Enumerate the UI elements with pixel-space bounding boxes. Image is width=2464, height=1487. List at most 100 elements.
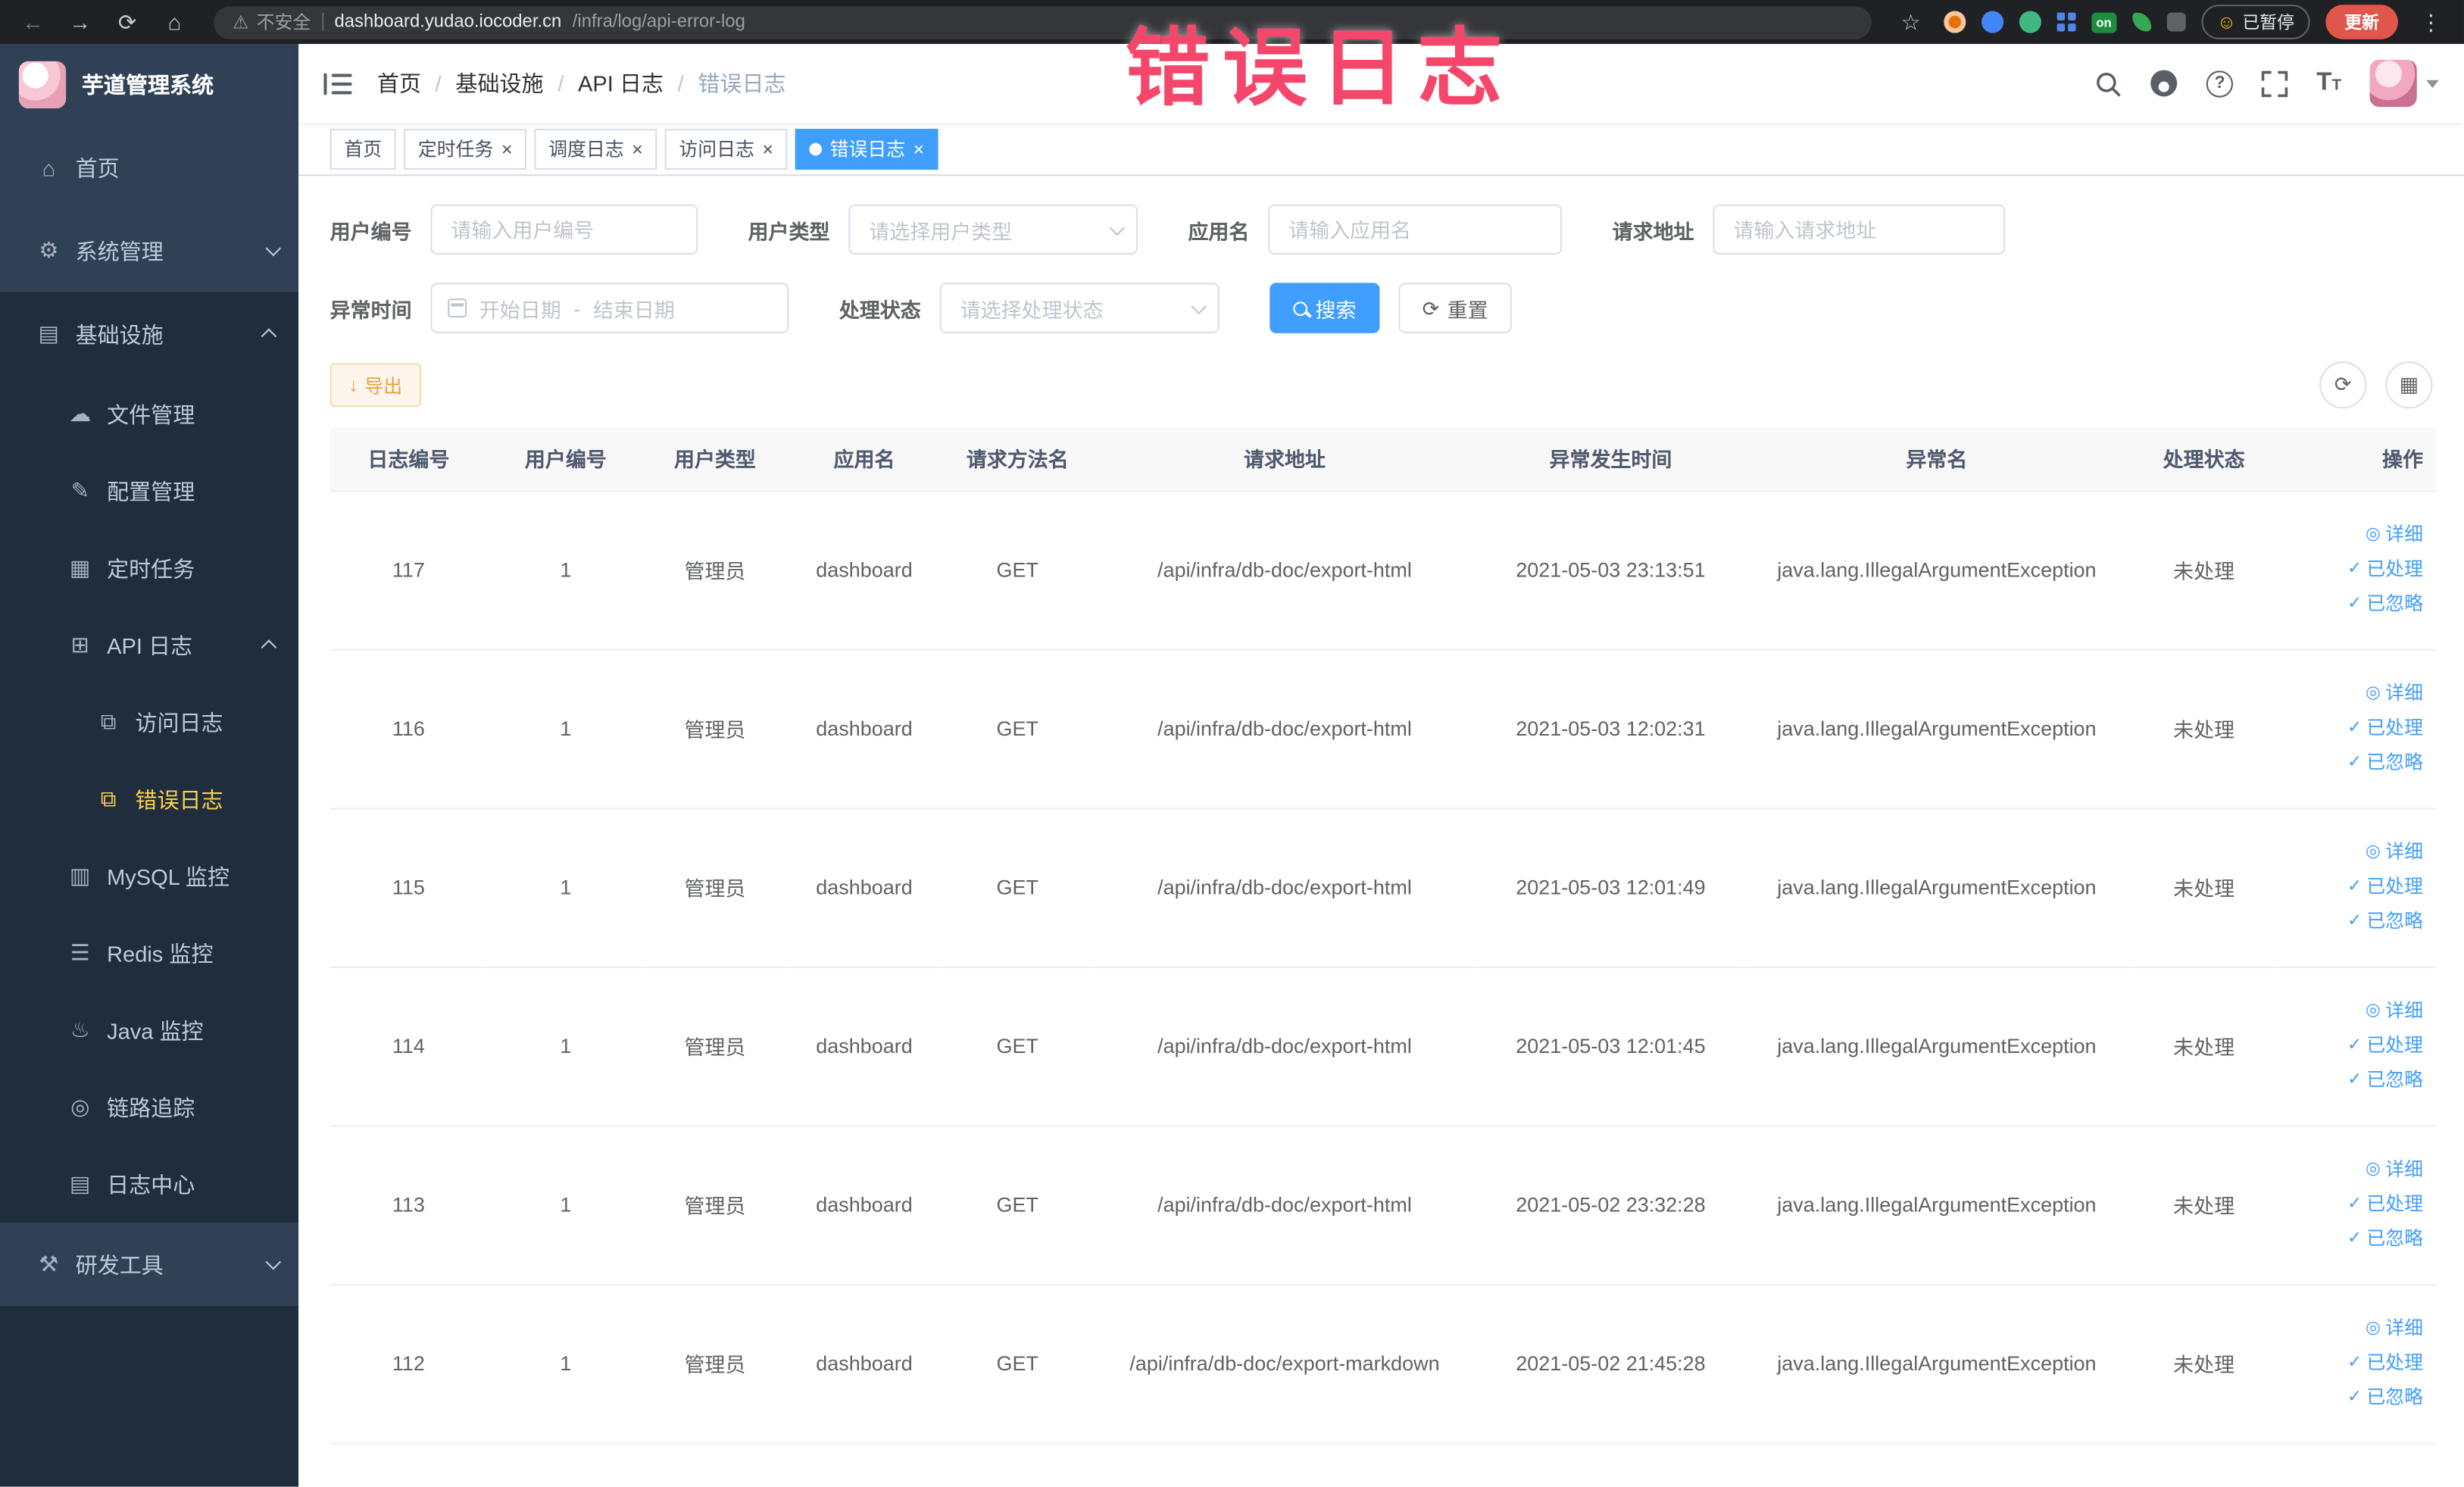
ignored-link[interactable]: ✓ 已忽略 <box>2347 1383 2423 1414</box>
sidebar-item-api-log[interactable]: ⊞ API 日志 <box>0 607 298 684</box>
app-name-input[interactable] <box>1268 204 1563 255</box>
browser-menu-icon[interactable]: ⋮ <box>2414 8 2449 35</box>
tab-access-log[interactable]: 访问日志 × <box>664 128 788 170</box>
tab-error-log[interactable]: 错误日志 × <box>795 128 938 170</box>
search-button[interactable]: 搜索 <box>1269 283 1380 333</box>
hamburger-icon[interactable] <box>323 71 352 95</box>
home-icon[interactable]: ⌂ <box>157 9 192 34</box>
sidebar-item-home[interactable]: ⌂ 首页 <box>0 125 299 209</box>
processed-link[interactable]: ✓ 已处理 <box>2347 1348 2423 1379</box>
detail-link[interactable]: ◎ 详细 <box>2366 679 2423 709</box>
sidebar-item-access-log[interactable]: ⧉ 访问日志 <box>0 683 298 761</box>
document-icon: ▤ <box>70 1170 91 1196</box>
tab-home[interactable]: 首页 <box>329 128 396 170</box>
profile-paused-badge[interactable]: ☺ 已暂停 <box>2200 5 2310 39</box>
breadcrumb-home[interactable]: 首页 <box>377 67 421 98</box>
search-icon[interactable] <box>2095 70 2122 96</box>
ignored-link[interactable]: ✓ 已忽略 <box>2347 589 2423 620</box>
sidebar-item-system-management[interactable]: ⚙ 系统管理 <box>0 208 299 292</box>
process-status-label: 处理状态 <box>839 298 921 322</box>
close-icon[interactable]: × <box>632 139 643 158</box>
sidebar-item-error-log[interactable]: ⧉ 错误日志 <box>0 761 298 838</box>
sidebar-item-redis-monitor[interactable]: ☰ Redis 监控 <box>0 914 298 992</box>
table-row: 116 1 管理员 dashboard GET /api/infra/db-do… <box>329 648 2436 809</box>
detail-link[interactable]: ◎ 详细 <box>2366 1314 2423 1344</box>
column-header: 请求方法名 <box>942 427 1092 492</box>
chrome-update-button[interactable]: 更新 <box>2325 5 2398 39</box>
column-header: 日志编号 <box>329 427 488 492</box>
edit-square-icon: ⊞ <box>70 631 89 658</box>
detail-link[interactable]: ◎ 详细 <box>2366 1154 2423 1185</box>
forward-icon[interactable]: → <box>63 9 98 34</box>
eye-icon: ◎ <box>2366 1000 2381 1020</box>
list-icon: ▦ <box>70 555 91 580</box>
process-status-select[interactable]: 请选择处理状态 <box>939 283 1220 333</box>
end-date-placeholder: 结束日期 <box>592 298 675 322</box>
reset-button[interactable]: ⟳ 重置 <box>1398 283 1512 333</box>
app-logo[interactable]: 芋道管理系统 <box>0 44 299 126</box>
processed-link[interactable]: ✓ 已处理 <box>2347 555 2423 585</box>
date-range-picker[interactable]: 开始日期 - 结束日期 <box>430 283 789 333</box>
monitor-icon: ▥ <box>70 862 91 889</box>
security-label[interactable]: 不安全 <box>257 9 311 34</box>
detail-link[interactable]: ◎ 详细 <box>2366 996 2423 1026</box>
user-type-select[interactable]: 请选择用户类型 <box>848 204 1138 255</box>
user-id-input[interactable] <box>430 204 698 255</box>
detail-link[interactable]: ◎ 详细 <box>2366 520 2423 550</box>
help-icon[interactable]: ? <box>2206 70 2234 97</box>
extension-icon-vue[interactable] <box>2019 11 2041 33</box>
close-icon[interactable]: × <box>501 139 513 158</box>
sidebar-item-java-monitor[interactable]: ♨ Java 监控 <box>0 992 298 1069</box>
refresh-table-button[interactable]: ⟳ <box>2319 361 2367 409</box>
eye-icon: ◎ <box>2366 1317 2381 1337</box>
sidebar-item-log-center[interactable]: ▤ 日志中心 <box>0 1145 298 1223</box>
toolbox-icon: ⚒ <box>39 1251 59 1276</box>
ignored-link[interactable]: ✓ 已忽略 <box>2347 748 2423 779</box>
close-icon[interactable]: × <box>913 139 925 158</box>
processed-link[interactable]: ✓ 已处理 <box>2347 714 2423 744</box>
processed-link[interactable]: ✓ 已处理 <box>2347 1031 2423 1061</box>
ignored-link[interactable]: ✓ 已忽略 <box>2347 1224 2423 1254</box>
close-icon[interactable]: × <box>762 139 773 158</box>
column-settings-button[interactable]: ▦ <box>2385 361 2433 409</box>
sidebar-item-infrastructure[interactable]: ▤ 基础设施 <box>0 292 298 376</box>
download-icon: ↓ <box>348 373 359 396</box>
extension-icon-blue[interactable] <box>1981 11 2004 33</box>
extension-icon-red[interactable] <box>1944 11 1966 33</box>
sidebar-item-file-management[interactable]: ☁ 文件管理 <box>0 376 298 453</box>
tab-schedule-log[interactable]: 调度日志 × <box>534 128 657 170</box>
request-url-label: 请求地址 <box>1612 219 1694 243</box>
back-icon[interactable]: ← <box>16 9 51 34</box>
github-icon[interactable] <box>2150 69 2178 97</box>
logo-image <box>18 61 67 109</box>
export-button[interactable]: ↓ 导出 <box>329 363 422 408</box>
detail-link[interactable]: ◎ 详细 <box>2366 837 2423 867</box>
sidebar-item-scheduled-tasks[interactable]: ▦ 定时任务 <box>0 530 298 607</box>
sidebar-item-mysql-monitor[interactable]: ▥ MySQL 监控 <box>0 838 298 915</box>
search-icon <box>1293 301 1308 315</box>
address-bar[interactable]: ⚠ 不安全 dashboard.yudao.iocoder.cn/infra/l… <box>214 5 1872 39</box>
breadcrumb-api-log[interactable]: API 日志 <box>578 67 664 98</box>
check-icon: ✓ <box>2347 911 2363 930</box>
sidebar-item-dev-tools[interactable]: ⚒ 研发工具 <box>0 1223 299 1306</box>
bookmark-star-icon[interactable]: ☆ <box>1894 8 1928 35</box>
user-menu[interactable] <box>2369 59 2439 108</box>
breadcrumb-infrastructure[interactable]: 基础设施 <box>455 67 543 98</box>
reload-icon[interactable]: ⟳ <box>110 8 145 35</box>
request-url-input[interactable] <box>1713 204 2006 255</box>
tab-scheduled-tasks[interactable]: 定时任务 × <box>404 128 527 170</box>
ignored-link[interactable]: ✓ 已忽略 <box>2347 907 2423 937</box>
processed-link[interactable]: ✓ 已处理 <box>2347 872 2423 902</box>
chevron-down-icon <box>265 240 282 257</box>
extension-icon-on-badge[interactable]: on <box>2091 11 2116 33</box>
extension-icon-leaf[interactable] <box>2131 12 2151 32</box>
sidebar-item-config-management[interactable]: ✎ 配置管理 <box>0 452 298 530</box>
extensions-pin-icon[interactable] <box>2166 12 2186 32</box>
ignored-link[interactable]: ✓ 已忽略 <box>2347 1066 2423 1096</box>
extension-icon-grid[interactable] <box>2056 12 2076 32</box>
sidebar-item-trace[interactable]: ◎ 链路追踪 <box>0 1069 298 1146</box>
processed-link[interactable]: ✓ 已处理 <box>2347 1189 2423 1220</box>
fullscreen-icon[interactable] <box>2262 70 2288 97</box>
emoji-face-icon: ☺ <box>2216 11 2237 33</box>
font-size-icon[interactable]: TT <box>2316 70 2341 95</box>
